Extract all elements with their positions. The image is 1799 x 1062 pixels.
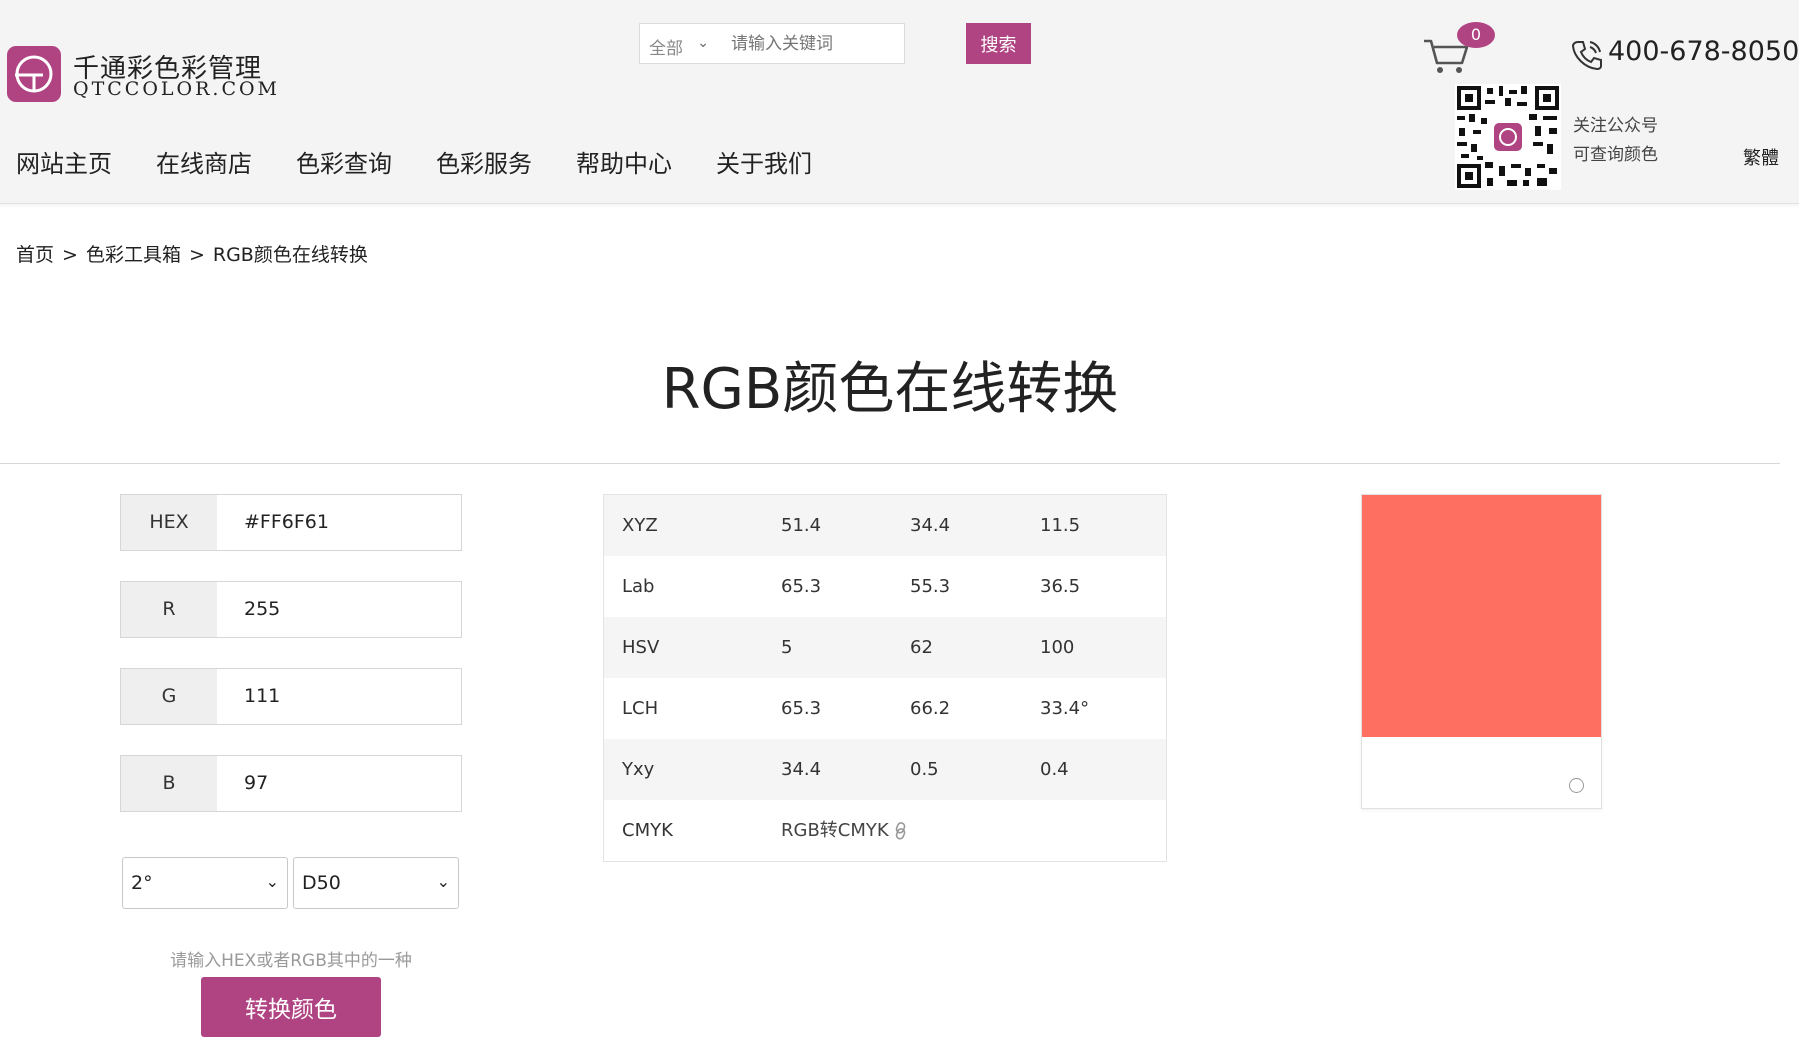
link-icon[interactable] [894, 822, 908, 840]
nav-item-help[interactable]: 帮助中心 [576, 144, 672, 179]
site-logo[interactable]: 千通彩色彩管理 QTCCOLOR.COM [7, 46, 277, 108]
result-value-3: 36.5 [1040, 576, 1081, 597]
color-preview-swatch [1362, 495, 1601, 737]
color-preview-card [1361, 494, 1602, 809]
result-value-3: 33.4° [1040, 698, 1090, 719]
breadcrumb: 首页 > 色彩工具箱 > RGB颜色在线转换 [16, 240, 368, 267]
search-input[interactable] [717, 23, 905, 64]
cart-count-badge: 0 [1457, 22, 1495, 48]
chevron-down-icon: ⌄ [436, 872, 450, 891]
chevron-down-icon: ⌄ [697, 35, 709, 51]
phone-number: 400-678-8050 [1608, 36, 1799, 67]
result-value-3: 100 [1040, 637, 1075, 658]
result-value-1: 34.4 [781, 759, 822, 780]
rgb-to-cmyk-link[interactable]: RGB转CMYK [781, 800, 889, 861]
nav-item-shop[interactable]: 在线商店 [156, 144, 252, 179]
logo-name-en: QTCCOLOR.COM [73, 78, 281, 100]
search-bar: 全部 ⌄ 搜索 [639, 23, 1031, 64]
phone-icon [1571, 41, 1602, 71]
result-name: HSV [622, 637, 660, 658]
r-label: R [121, 582, 217, 637]
result-value-1: 65.3 [781, 698, 822, 719]
hex-input[interactable]: #FF6F61 [244, 495, 329, 550]
hex-label: HEX [121, 495, 217, 550]
result-name: CMYK [622, 820, 673, 841]
r-input[interactable]: 255 [244, 582, 280, 637]
search-button[interactable]: 搜索 [966, 23, 1031, 64]
illuminant-select[interactable]: D50 ⌄ [293, 857, 459, 909]
result-value-2: 66.2 [910, 698, 951, 719]
input-hint: 请输入HEX或者RGB其中的一种 [170, 951, 412, 971]
wechat-caption-line2: 可查询颜色 [1573, 145, 1658, 165]
conversion-results-table: XYZ 51.4 34.4 11.5 Lab 65.3 55.3 36.5 HS… [603, 494, 1167, 862]
result-value-2: 62 [910, 637, 933, 658]
b-input[interactable]: 97 [244, 756, 268, 811]
result-value-2: 0.5 [910, 759, 939, 780]
phone-contact: 400-678-8050 [1570, 36, 1799, 71]
convert-color-button[interactable]: 转换颜色 [201, 977, 381, 1037]
result-row-xyz: XYZ 51.4 34.4 11.5 [604, 495, 1166, 556]
breadcrumb-current: RGB颜色在线转换 [212, 244, 368, 266]
result-value-1: 5 [781, 637, 793, 658]
g-label: G [121, 669, 217, 724]
illuminant-value: D50 [302, 872, 341, 894]
hex-field[interactable]: HEX #FF6F61 [120, 494, 462, 551]
breadcrumb-separator: > [188, 244, 205, 266]
b-label: B [121, 756, 217, 811]
result-row-cmyk: CMYK RGB转CMYK [604, 800, 1166, 861]
nav-item-home[interactable]: 网站主页 [16, 144, 112, 179]
chevron-down-icon: ⌄ [265, 872, 279, 891]
breadcrumb-toolbox[interactable]: 色彩工具箱 [86, 244, 181, 266]
b-field[interactable]: B 97 [120, 755, 462, 812]
logo-mark-icon [7, 46, 61, 102]
wechat-caption-line1: 关注公众号 [1573, 116, 1658, 136]
result-row-hsv: HSV 5 62 100 [604, 617, 1166, 678]
result-value-1: 65.3 [781, 576, 822, 597]
observer-value: 2° [131, 872, 153, 894]
result-value-1: 51.4 [781, 515, 822, 536]
g-field[interactable]: G 111 [120, 668, 462, 725]
search-category-select[interactable]: 全部 ⌄ [639, 23, 717, 64]
divider [0, 463, 1780, 464]
result-value-3: 0.4 [1040, 759, 1069, 780]
result-name: XYZ [622, 515, 658, 536]
result-row-lab: Lab 65.3 55.3 36.5 [604, 556, 1166, 617]
language-toggle[interactable]: 繁體 [1743, 144, 1779, 170]
result-value-2: 55.3 [910, 576, 951, 597]
color-picker-handle[interactable] [1569, 778, 1584, 793]
nav-item-color-query[interactable]: 色彩查询 [296, 144, 392, 179]
search-category-value: 全部 [649, 39, 683, 59]
g-input[interactable]: 111 [244, 669, 280, 724]
result-value-2: 34.4 [910, 515, 951, 536]
result-value-3: 11.5 [1040, 515, 1081, 536]
nav-item-about[interactable]: 关于我们 [716, 144, 812, 179]
result-name: LCH [622, 698, 659, 719]
site-header: 千通彩色彩管理 QTCCOLOR.COM 全部 ⌄ 搜索 网站主页 在线商店 色… [0, 0, 1799, 204]
result-name: Lab [622, 576, 655, 597]
result-name: Yxy [622, 759, 655, 780]
r-field[interactable]: R 255 [120, 581, 462, 638]
wechat-qr-code [1455, 84, 1561, 190]
wechat-caption: 关注公众号 可查询颜色 [1573, 112, 1658, 170]
main-nav: 网站主页 在线商店 色彩查询 色彩服务 帮助中心 关于我们 [16, 144, 856, 179]
nav-item-color-service[interactable]: 色彩服务 [436, 144, 532, 179]
observer-select[interactable]: 2° ⌄ [122, 857, 288, 909]
breadcrumb-separator: > [62, 244, 78, 266]
breadcrumb-home[interactable]: 首页 [16, 244, 54, 266]
result-row-lch: LCH 65.3 66.2 33.4° [604, 678, 1166, 739]
result-row-yxy: Yxy 34.4 0.5 0.4 [604, 739, 1166, 800]
page-title: RGB颜色在线转换 [661, 357, 1119, 422]
